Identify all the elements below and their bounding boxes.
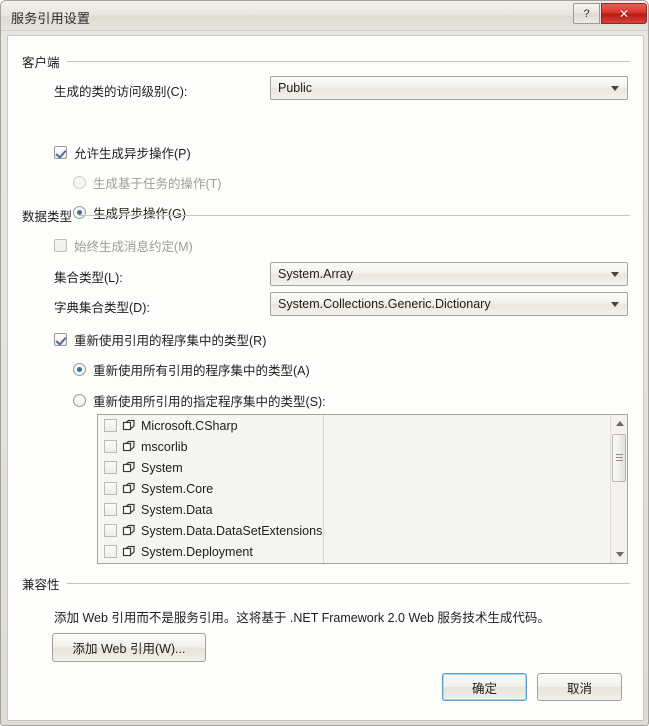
assembly-checkbox[interactable]: [104, 461, 117, 474]
listbox-scrollbar[interactable]: [610, 415, 627, 563]
task-based-radio-row[interactable]: 生成基于任务的操作(T): [73, 173, 221, 192]
collection-type-value: System.Array: [278, 267, 354, 281]
chevron-down-icon: [611, 86, 619, 91]
task-based-radio[interactable]: [73, 176, 86, 189]
scrollbar-thumb[interactable]: [612, 434, 626, 482]
close-button[interactable]: ✕: [601, 3, 647, 24]
ok-button[interactable]: 确定: [442, 673, 527, 701]
dictionary-type-value: System.Collections.Generic.Dictionary: [278, 297, 491, 311]
reuse-specified-radio[interactable]: [73, 394, 86, 407]
dialog-body: 客户端 生成的类的访问级别(C): Public 允许生成异步操作(P) 生成基…: [7, 35, 644, 721]
dictionary-type-combobox[interactable]: System.Collections.Generic.Dictionary: [270, 292, 628, 316]
allow-async-label: 允许生成异步操作(P): [74, 147, 191, 161]
help-button[interactable]: ?: [573, 3, 600, 24]
list-item[interactable]: System.Data: [98, 499, 627, 520]
access-level-value: Public: [278, 81, 313, 95]
datatype-group-label: 数据类型: [22, 209, 73, 224]
scroll-down-icon[interactable]: [611, 546, 627, 563]
assembly-icon: [122, 419, 136, 433]
assembly-checkbox[interactable]: [104, 482, 117, 495]
compatibility-description: 添加 Web 引用而不是服务引用。这将基于 .NET Framework 2.0…: [54, 611, 550, 625]
assembly-name: System.Data: [141, 502, 213, 517]
assemblies-listbox[interactable]: Microsoft.CSharp mscorlib System System.…: [97, 414, 628, 564]
assembly-checkbox[interactable]: [104, 545, 117, 558]
scroll-up-icon[interactable]: [611, 415, 627, 432]
service-reference-settings-dialog: 服务引用设置 ? ✕ 客户端 生成的类的访问级别(C): Public 允许生成…: [0, 0, 649, 726]
assembly-checkbox[interactable]: [104, 524, 117, 537]
reuse-specified-radio-row[interactable]: 重新使用所引用的指定程序集中的类型(S):: [73, 391, 326, 410]
allow-async-checkbox[interactable]: [54, 146, 67, 159]
cancel-button[interactable]: 取消: [537, 673, 622, 701]
message-contract-checkbox-row[interactable]: 始终生成消息约定(M): [54, 236, 193, 255]
assembly-checkbox[interactable]: [104, 419, 117, 432]
scrollbar-grip-icon: [616, 454, 623, 462]
assembly-icon: [122, 440, 136, 454]
message-contract-checkbox[interactable]: [54, 239, 67, 252]
message-contract-label: 始终生成消息约定(M): [74, 240, 193, 254]
reuse-types-checkbox-row[interactable]: 重新使用引用的程序集中的类型(R): [54, 330, 266, 349]
assembly-name: Microsoft.CSharp: [141, 418, 238, 433]
datatype-group-header: 数据类型: [22, 207, 630, 224]
collection-type-label: 集合类型(L):: [54, 271, 123, 285]
access-level-label: 生成的类的访问级别(C):: [54, 85, 188, 99]
chevron-down-icon: [611, 272, 619, 277]
assembly-name: System.Core: [141, 481, 214, 496]
assembly-icon: [122, 524, 136, 538]
compatibility-group-header: 兼容性: [22, 575, 630, 592]
collection-type-combobox[interactable]: System.Array: [270, 262, 628, 286]
reuse-types-checkbox[interactable]: [54, 333, 67, 346]
assembly-checkbox[interactable]: [104, 440, 117, 453]
compatibility-group-rule: [66, 582, 630, 584]
task-based-label: 生成基于任务的操作(T): [93, 177, 222, 191]
compatibility-group-label: 兼容性: [22, 577, 60, 592]
list-item[interactable]: System.Deployment: [98, 541, 627, 562]
assembly-icon: [122, 503, 136, 517]
list-item[interactable]: mscorlib: [98, 436, 627, 457]
reuse-types-label: 重新使用引用的程序集中的类型(R): [74, 334, 267, 348]
title-bar: 服务引用设置 ? ✕: [1, 1, 648, 31]
access-level-combobox[interactable]: Public: [270, 76, 628, 100]
chevron-down-icon: [611, 302, 619, 307]
reuse-all-radio-row[interactable]: 重新使用所有引用的程序集中的类型(A): [73, 360, 310, 379]
list-item[interactable]: System: [98, 457, 627, 478]
assembly-icon: [122, 461, 136, 475]
window-title: 服务引用设置: [11, 11, 91, 26]
assembly-name: mscorlib: [141, 439, 188, 454]
assembly-icon: [122, 545, 136, 559]
dictionary-type-label: 字典集合类型(D):: [54, 301, 150, 315]
assembly-name: System.Data.DataSetExtensions: [141, 523, 323, 538]
reuse-all-label: 重新使用所有引用的程序集中的类型(A): [93, 364, 310, 378]
list-item[interactable]: System.Data.DataSetExtensions: [98, 520, 627, 541]
client-group-header: 客户端: [22, 53, 630, 70]
assembly-name: System.Deployment: [141, 544, 253, 559]
list-item[interactable]: System.Core: [98, 478, 627, 499]
datatype-group-rule: [79, 214, 630, 216]
reuse-all-radio[interactable]: [73, 363, 86, 376]
add-web-reference-button[interactable]: 添加 Web 引用(W)...: [52, 633, 206, 662]
client-group-label: 客户端: [22, 55, 60, 70]
triangle-up-icon: [615, 421, 624, 426]
reuse-specified-label: 重新使用所引用的指定程序集中的类型(S):: [93, 395, 326, 409]
allow-async-checkbox-row[interactable]: 允许生成异步操作(P): [54, 143, 191, 162]
list-item[interactable]: Microsoft.CSharp: [98, 415, 627, 436]
assembly-checkbox[interactable]: [104, 503, 117, 516]
title-bar-buttons: ? ✕: [573, 3, 647, 24]
client-group-rule: [66, 60, 630, 62]
assembly-icon: [122, 482, 136, 496]
triangle-down-icon: [615, 552, 624, 557]
assembly-name: System: [141, 460, 183, 475]
